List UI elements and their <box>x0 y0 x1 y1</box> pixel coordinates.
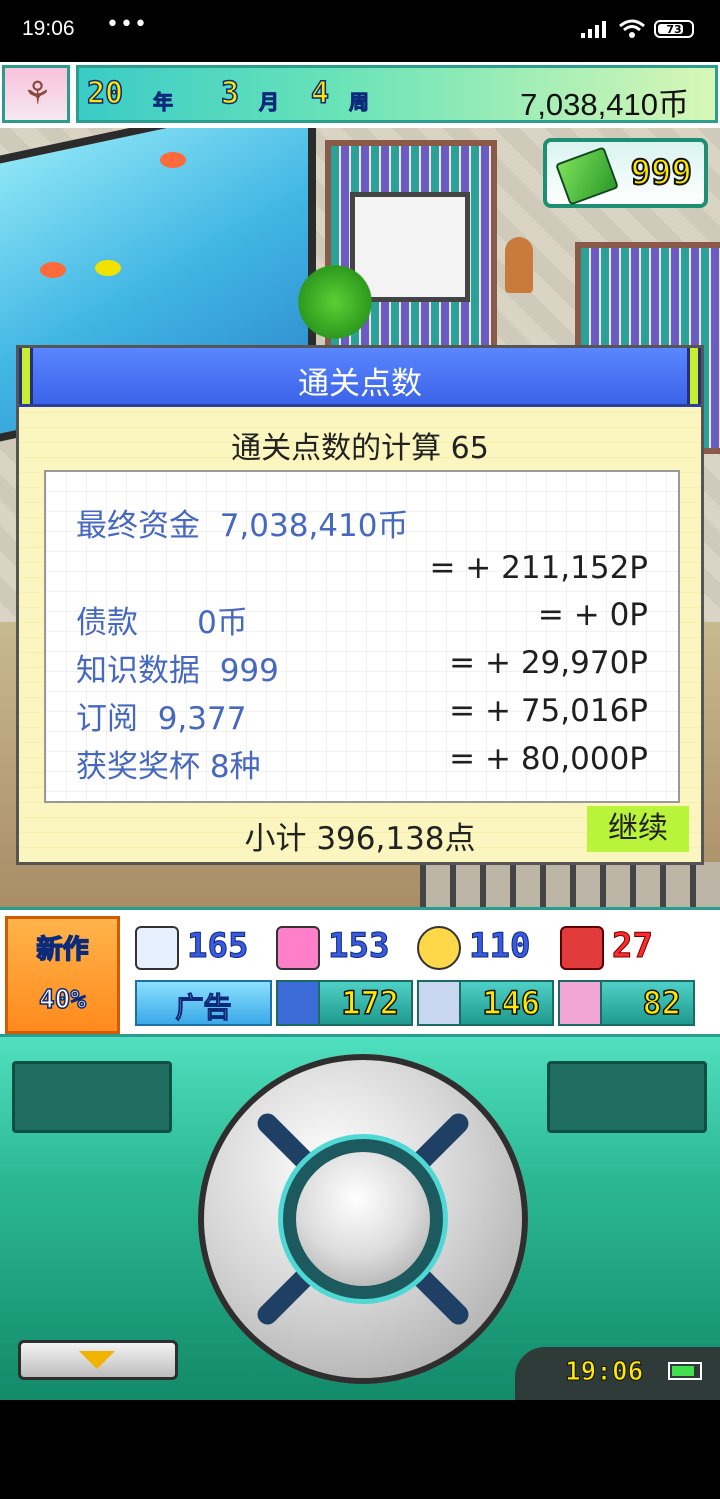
new-work-percent: 40% <box>38 984 86 1016</box>
row-value: = + 80,000P <box>449 741 648 777</box>
table-row: 获奖奖杯 8种 = + 80,000P <box>46 735 678 785</box>
row-label: 获奖奖杯 8种 <box>76 749 261 785</box>
dialog-header: 通关点数 <box>19 348 701 407</box>
table-row: 最终资金 7,038,410币 <box>46 494 678 544</box>
date-bar: 20 年 3 月 4 周 7,038,410币 <box>76 65 718 123</box>
status-icons: 73 <box>580 18 694 40</box>
table-row: 知识数据 999 = + 29,970P <box>46 639 678 689</box>
battery-level: 73 <box>666 22 682 36</box>
advertising-button[interactable]: 广告 <box>135 980 272 1026</box>
smiley-icon <box>417 926 461 970</box>
awards-bar[interactable]: 82 <box>558 980 695 1026</box>
stat-printer: 27 <box>560 924 700 972</box>
row-value: = + 29,970P <box>449 645 648 681</box>
advertising-label: 广告 <box>175 991 232 1025</box>
wifi-icon <box>619 19 645 38</box>
row-label: 知识数据 999 <box>76 653 279 689</box>
year-number: 20 <box>86 75 124 112</box>
top-hud: 20 年 3 月 4 周 7,038,410币 <box>0 62 720 128</box>
table-row: 债款 0币 = + 0P <box>46 591 678 641</box>
railing <box>420 862 720 907</box>
printer-icon <box>560 926 604 970</box>
new-work-label: 新作 <box>36 934 90 966</box>
device-clock: 19:06 <box>515 1347 720 1400</box>
bar-value: 82 <box>642 983 682 1023</box>
bar-value: 172 <box>340 983 399 1023</box>
week-number: 4 <box>310 75 330 112</box>
signal-icon <box>581 21 606 38</box>
continue-button[interactable]: 继续 <box>587 806 689 852</box>
row-label: 订阅 9,377 <box>76 701 247 737</box>
week-unit: 周 <box>349 90 370 115</box>
clock-time: 19:06 <box>564 1357 644 1388</box>
knowledge-value: 999 <box>630 152 693 194</box>
staff-icon <box>278 982 320 1024</box>
manuscript-icon <box>135 926 179 970</box>
month-unit: 月 <box>259 90 280 115</box>
camera-icon <box>276 926 320 970</box>
row-value: = + 211,152P <box>429 550 648 586</box>
dpad-center-button[interactable] <box>296 1152 430 1286</box>
status-bar: 19:06 ••• 73 <box>0 0 720 62</box>
stats-panel: 新作 40% 165 153 110 27 广告 172 146 82 <box>0 907 720 1037</box>
points-table: 最终资金 7,038,410币 = + 211,152P 债款 0币 = + 0… <box>44 470 680 803</box>
stat-popularity: 110 <box>417 924 547 972</box>
fish-icon <box>160 152 186 168</box>
staff-bar[interactable]: 172 <box>276 980 413 1026</box>
more-notifications-icon: ••• <box>106 12 148 37</box>
row-value: = + 0P <box>537 597 648 633</box>
row-label: 债款 0币 <box>76 605 248 641</box>
stat-content: 165 <box>135 924 265 972</box>
money-display: 7,038,410币 <box>520 87 689 122</box>
month-number: 3 <box>220 75 240 112</box>
fish-icon <box>95 260 121 276</box>
bar-value: 146 <box>481 983 540 1023</box>
right-softkey[interactable] <box>547 1061 707 1133</box>
clear-points-dialog: 通关点数 通关点数的计算 65 最终资金 7,038,410币 = + 211,… <box>16 345 704 865</box>
dpad[interactable] <box>198 1054 528 1384</box>
dialog-title: 通关点数 <box>298 366 422 402</box>
fish-icon <box>40 262 66 278</box>
virtual-controller: 19:06 <box>0 1037 720 1400</box>
stat-value: 27 <box>612 926 654 967</box>
wall-clock-icon <box>505 237 533 293</box>
row-label: 最终资金 7,038,410币 <box>76 508 409 544</box>
dialog-subtitle: 通关点数的计算 65 <box>231 431 489 466</box>
menu-button[interactable] <box>18 1340 178 1380</box>
battery-icon <box>668 1362 702 1380</box>
trophy-icon <box>560 982 602 1024</box>
table-row: = + 211,152P <box>46 544 678 592</box>
stat-value: 153 <box>327 926 390 967</box>
readers-icon <box>419 982 461 1024</box>
readers-bar[interactable]: 146 <box>417 980 554 1026</box>
new-work-progress[interactable]: 新作 40% <box>5 916 120 1034</box>
row-value: = + 75,016P <box>449 693 648 729</box>
plant <box>295 257 375 347</box>
game-screen: 19:06 ••• 73 ⚘ 20 年 3 月 4 周 7,038,410币 9… <box>0 0 720 1499</box>
arrow-down-icon <box>79 1351 115 1369</box>
stat-value: 110 <box>468 926 531 967</box>
battery-icon: 73 <box>654 20 694 38</box>
season-icon[interactable] <box>2 65 70 123</box>
status-time: 19:06 <box>22 17 75 40</box>
left-softkey[interactable] <box>12 1061 172 1133</box>
table-row: 订阅 9,377 = + 75,016P <box>46 687 678 737</box>
stat-photo: 153 <box>276 924 406 972</box>
stat-value: 165 <box>186 926 249 967</box>
year-unit: 年 <box>153 90 174 115</box>
knowledge-data-counter[interactable]: 999 <box>543 138 708 208</box>
book-icon <box>555 146 619 206</box>
